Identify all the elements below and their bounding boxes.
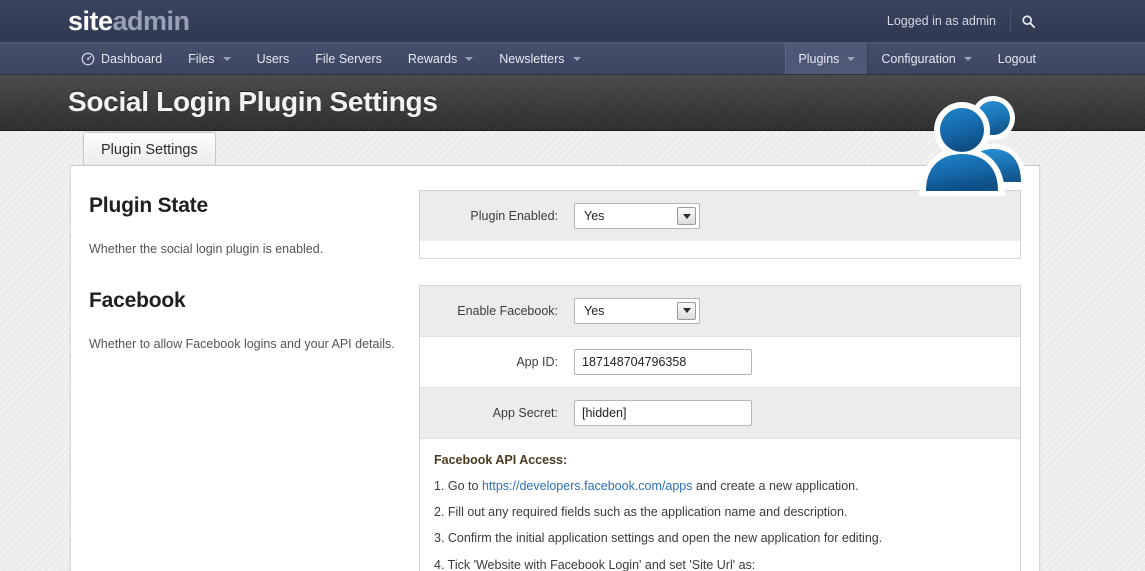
main-navigation: Dashboard Files Users File Servers Rewar… (0, 42, 1145, 74)
help-step: 3. Confirm the initial application setti… (434, 531, 883, 546)
brand-primary: site (68, 5, 113, 36)
nav-item-files[interactable]: Files (175, 43, 243, 74)
section-info: Plugin State Whether the social login pl… (89, 190, 419, 259)
nav-item-file-servers[interactable]: File Servers (302, 43, 395, 74)
nav-label: Users (256, 51, 290, 66)
section-description: Whether to allow Facebook logins and you… (89, 336, 395, 351)
app-secret-input[interactable] (574, 399, 752, 426)
field-row-enable-facebook: Enable Facebook: Yes (420, 285, 1020, 337)
tab-label: Plugin Settings (101, 141, 198, 158)
field-row-app-id: App ID: (420, 336, 1020, 388)
select-value: Yes (584, 303, 605, 318)
logged-in-label: Logged in as admin (886, 14, 996, 28)
nav-item-rewards[interactable]: Rewards (395, 43, 486, 74)
field-group-plugin-state: Plugin Enabled: Yes (419, 190, 1021, 259)
chevron-down-icon (572, 56, 581, 61)
select-value: Yes (584, 209, 605, 223)
help-title: Facebook API Access: (434, 452, 568, 467)
nav-item-newsletters[interactable]: Newsletters (486, 43, 593, 74)
section-title: Facebook (89, 288, 186, 312)
chevron-down-icon (847, 56, 856, 61)
nav-item-dashboard[interactable]: Dashboard (68, 43, 175, 74)
top-bar: siteadmin Logged in as admin (0, 0, 1145, 42)
help-step: 1. Go to https://developers.facebook.com… (434, 478, 1004, 494)
nav-label: File Servers (315, 51, 382, 66)
gauge-icon (81, 52, 95, 66)
nav-label: Plugins (798, 51, 840, 66)
nav-item-logout[interactable]: Logout (985, 43, 1049, 74)
search-icon[interactable] (1011, 8, 1045, 34)
nav-item-configuration[interactable]: Configuration (868, 43, 984, 74)
brand-secondary: admin (112, 5, 191, 36)
top-bar-right: Logged in as admin (887, 8, 1045, 34)
field-label: Enable Facebook: (457, 303, 558, 318)
field-row-plugin-enabled: Plugin Enabled: Yes (420, 191, 1020, 241)
help-step: 4. Tick 'Website with Facebook Login' an… (434, 557, 756, 571)
developers-facebook-link[interactable]: https://developers.facebook.com/apps (482, 479, 693, 493)
chevron-down-icon (222, 56, 231, 61)
site-logo[interactable]: siteadmin (68, 5, 191, 36)
help-step-prefix: 1. Go to (434, 478, 482, 493)
enable-facebook-select[interactable]: Yes (574, 297, 700, 324)
app-id-input[interactable] (574, 348, 752, 375)
tab-plugin-settings[interactable]: Plugin Settings (83, 132, 216, 166)
field-label: App ID: (516, 354, 558, 369)
nav-right-group: Plugins Configuration Logout (785, 43, 1049, 74)
page-title-band: Social Login Plugin Settings (0, 74, 1145, 131)
nav-item-users[interactable]: Users (244, 43, 303, 74)
page-title: Social Login Plugin Settings (68, 86, 438, 117)
content-area: Plugin Settings Plugin State Whether the… (0, 131, 1145, 571)
field-label: App Secret: (492, 405, 558, 420)
section-info: Facebook Whether to allow Facebook login… (89, 285, 419, 571)
nav-label: Rewards (407, 51, 458, 66)
field-row-app-secret: App Secret: (420, 387, 1020, 439)
field-label: Plugin Enabled: (470, 209, 558, 223)
plugin-enabled-select[interactable]: Yes (574, 203, 700, 229)
settings-panel: Plugin State Whether the social login pl… (70, 165, 1040, 571)
section-description: Whether the social login plugin is enabl… (89, 242, 324, 256)
nav-left-group: Dashboard Files Users File Servers Rewar… (68, 43, 594, 74)
facebook-api-help: Facebook API Access: 1. Go to https://de… (420, 438, 1020, 571)
chevron-down-icon (963, 56, 972, 61)
chevron-down-icon[interactable] (677, 207, 696, 225)
chevron-down-icon (465, 56, 474, 61)
section-facebook: Facebook Whether to allow Facebook login… (71, 284, 1039, 571)
chevron-down-icon[interactable] (677, 301, 696, 320)
tab-strip: Plugin Settings (83, 131, 1145, 166)
help-step: 2. Fill out any required fields such as … (434, 505, 848, 519)
nav-item-plugins[interactable]: Plugins (785, 43, 869, 74)
nav-label: Logout (997, 51, 1036, 66)
section-plugin-state: Plugin State Whether the social login pl… (71, 190, 1039, 259)
nav-label: Configuration (881, 51, 956, 66)
nav-label: Dashboard (101, 51, 163, 66)
field-group-facebook: Enable Facebook: Yes App ID: App Secret:… (419, 284, 1021, 571)
nav-label: Files (188, 51, 215, 66)
nav-label: Newsletters (499, 51, 565, 66)
help-step-suffix: and create a new application. (692, 478, 859, 493)
section-title: Plugin State (89, 194, 208, 217)
